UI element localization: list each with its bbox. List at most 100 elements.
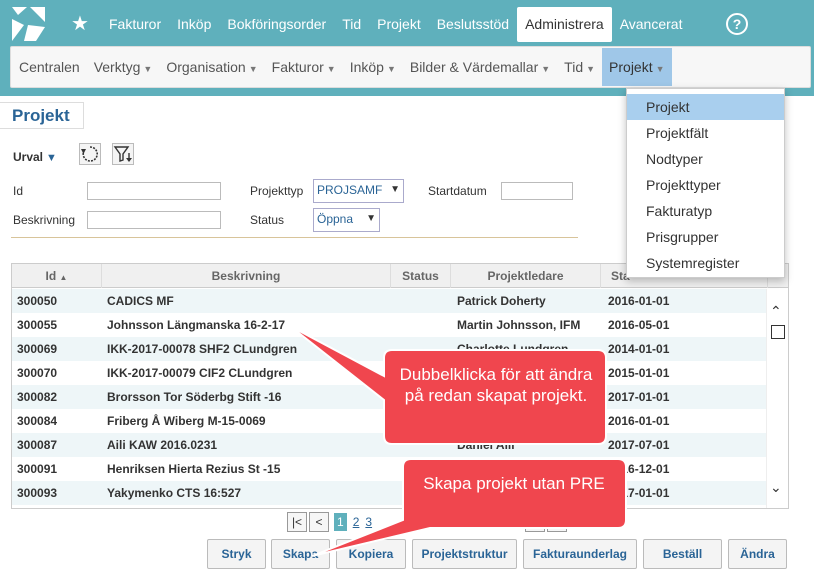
table-cell: Brorsson Tor Söderbg Stift -16 — [107, 390, 282, 404]
previous-page-button[interactable]: < — [309, 512, 329, 532]
table-cell: Aili KAW 2016.0231 — [107, 438, 218, 452]
page-number[interactable]: 2 — [353, 515, 360, 529]
subnav-fakturor[interactable]: Fakturor ▼ — [265, 48, 343, 86]
table-cell: IKK-2017-00079 CIF2 CLundgren — [107, 366, 293, 380]
caret-down-icon: ▼ — [143, 64, 153, 74]
callout-create-text: Skapa projekt utan PRE — [423, 474, 605, 493]
table-row[interactable]: 300070 IKK-2017-00079 CIF2 CLundgren 2015-… — [12, 361, 768, 385]
bestall-button[interactable]: Beställ — [643, 539, 722, 569]
column-header-beskrivning[interactable]: Beskrivning — [102, 264, 391, 288]
help-icon[interactable]: ? — [726, 13, 748, 35]
caret-down-icon: ▼ — [248, 64, 258, 74]
subnav-tid[interactable]: Tid ▼ — [557, 48, 602, 86]
vertical-scrollbar[interactable]: ⌃ ⌄ — [766, 289, 788, 508]
chevron-down-icon: ▼ — [390, 184, 400, 195]
startdatum-input[interactable] — [501, 182, 573, 200]
page-title: Projekt — [0, 102, 84, 129]
beskrivning-input[interactable] — [87, 211, 221, 229]
topnav-inkop[interactable]: Inköp — [169, 7, 219, 42]
table-cell: Charlotte Lundgren — [457, 342, 569, 356]
id-input[interactable] — [87, 182, 221, 200]
table-cell: 300070 — [17, 366, 58, 380]
top-navigation: Fakturor Inköp Bokföringsorder Tid Proje… — [101, 7, 690, 42]
table-cell: CADICS MF — [107, 294, 174, 308]
table-row[interactable]: 300069 IKK-2017-00078 SHF2 CLundgren Charl… — [12, 337, 768, 361]
last-page-button[interactable]: >| — [547, 512, 568, 532]
projekttyp-select[interactable]: PROJSAMF ▼ — [313, 179, 404, 203]
menu-item-prisgrupper[interactable]: Prisgrupper — [627, 224, 784, 250]
table-cell: 300091 — [17, 462, 58, 476]
filter-button[interactable] — [112, 143, 134, 165]
table-cell: 300084 — [17, 414, 58, 428]
callout-edit-text: Dubbelklicka för att ändra på redan skap… — [399, 365, 593, 405]
status-select[interactable]: Öppna ▼ — [313, 208, 380, 232]
stryk-button[interactable]: Stryk — [207, 539, 266, 569]
subnav-bilder-vardemallar[interactable]: Bilder & Värdemallar ▼ — [403, 48, 557, 86]
first-page-button[interactable]: |< — [287, 512, 307, 532]
table-cell: Daniel Aili — [457, 438, 515, 452]
table-cell: 2017-07-01 — [608, 438, 670, 452]
column-header-id[interactable]: Id ▲ — [12, 264, 102, 288]
column-header-status[interactable]: Status — [391, 264, 451, 288]
projektstruktur-button[interactable]: Projektstruktur — [412, 539, 517, 569]
table-cell: Henriksen Hierta Rezius St -15 — [107, 462, 281, 476]
column-header-projektledare[interactable]: Projektledare — [451, 264, 601, 288]
scroll-down-icon[interactable]: ⌄ — [770, 479, 782, 496]
urval-toggle[interactable]: Urval ▼ — [13, 150, 57, 164]
app-logo-icon[interactable] — [10, 5, 47, 43]
topnav-beslutsstod[interactable]: Beslutsstöd — [429, 7, 517, 42]
scroll-up-icon[interactable]: ⌃ — [770, 303, 782, 320]
topnav-administrera[interactable]: Administrera — [517, 7, 612, 42]
subnav-inkop[interactable]: Inköp ▼ — [343, 48, 403, 86]
table-row[interactable]: 300082 Brorsson Tor Söderbg Stift -16 2017… — [12, 385, 768, 409]
scroll-thumb[interactable] — [771, 325, 785, 339]
page-number[interactable]: 3 — [365, 515, 372, 529]
table-cell: Johnsson Längmanska 16-2-17 — [107, 318, 286, 332]
topnav-avancerat[interactable]: Avancerat — [612, 7, 691, 42]
chevron-down-icon: ▼ — [366, 213, 376, 224]
menu-item-projektfalt[interactable]: Projektfält — [627, 120, 784, 146]
page-number-current[interactable]: 1 — [334, 513, 347, 531]
favorites-star-icon[interactable]: ★ — [71, 12, 89, 36]
next-page-button[interactable]: > — [525, 512, 546, 532]
table-cell: Friberg Å Wiberg M-15-0069 — [107, 414, 266, 428]
subnav-verktyg[interactable]: Verktyg ▼ — [87, 48, 160, 86]
table-row[interactable]: 300093 Yakymenko CTS 16:527 2017-01-01 — [12, 481, 768, 505]
table-cell: IKK-2017-00078 SHF2 CLundgren — [107, 342, 298, 356]
table-cell: 300093 — [17, 486, 58, 500]
table-row[interactable]: 300055 Johnsson Längmanska 16-2-17 Martin … — [12, 313, 768, 337]
startdatum-label: Startdatum — [428, 184, 487, 198]
caret-down-icon: ▼ — [541, 64, 551, 74]
menu-item-projekt[interactable]: Projekt — [627, 94, 784, 120]
menu-item-fakturatyp[interactable]: Fakturatyp — [627, 198, 784, 224]
table-cell: Martin Johnsson, IFM — [457, 318, 581, 332]
fakturaunderlag-button[interactable]: Fakturaunderlag — [523, 539, 637, 569]
kopiera-button[interactable]: Kopiera — [336, 539, 406, 569]
menu-item-nodtyper[interactable]: Nodtyper — [627, 146, 784, 172]
pagination: |< < 1 2 3 > >| — [287, 512, 569, 532]
subnav-projekt[interactable]: Projekt ▼ — [602, 48, 672, 86]
table-cell: 2016-01-01 — [608, 294, 670, 308]
filter-divider — [11, 237, 578, 238]
refresh-button[interactable] — [79, 143, 101, 165]
table-cell: 2016-12-01 — [608, 462, 670, 476]
table-row[interactable]: 300050 CADICS MF Patrick Doherty 2016-01-01 — [12, 289, 768, 313]
topnav-projekt[interactable]: Projekt — [369, 7, 429, 42]
subnav-centralen[interactable]: Centralen — [12, 48, 87, 86]
topnav-tid[interactable]: Tid — [334, 7, 369, 42]
sort-ascending-icon: ▲ — [59, 273, 68, 282]
topnav-bokforingsorder[interactable]: Bokföringsorder — [219, 7, 334, 42]
table-row[interactable]: 300091 Henriksen Hierta Rezius St -15 2016… — [12, 457, 768, 481]
topnav-fakturor[interactable]: Fakturor — [101, 7, 169, 42]
caret-down-icon: ▼ — [586, 64, 596, 74]
skapa-button[interactable]: Skapa — [271, 539, 330, 569]
table-row[interactable]: 300084 Friberg Å Wiberg M-15-0069 2016-01-… — [12, 409, 768, 433]
menu-item-systemregister[interactable]: Systemregister — [627, 250, 784, 276]
menu-item-projekttyper[interactable]: Projekttyper — [627, 172, 784, 198]
andra-button[interactable]: Ändra — [728, 539, 787, 569]
subnav-organisation[interactable]: Organisation ▼ — [159, 48, 264, 86]
caret-down-icon: ▼ — [326, 64, 336, 74]
table-row[interactable]: 300087 Aili KAW 2016.0231 Daniel Aili 2017-… — [12, 433, 768, 457]
sub-navigation: Centralen Verktyg ▼ Organisation ▼ Fakturo… — [12, 48, 672, 86]
table-cell: 300055 — [17, 318, 58, 332]
